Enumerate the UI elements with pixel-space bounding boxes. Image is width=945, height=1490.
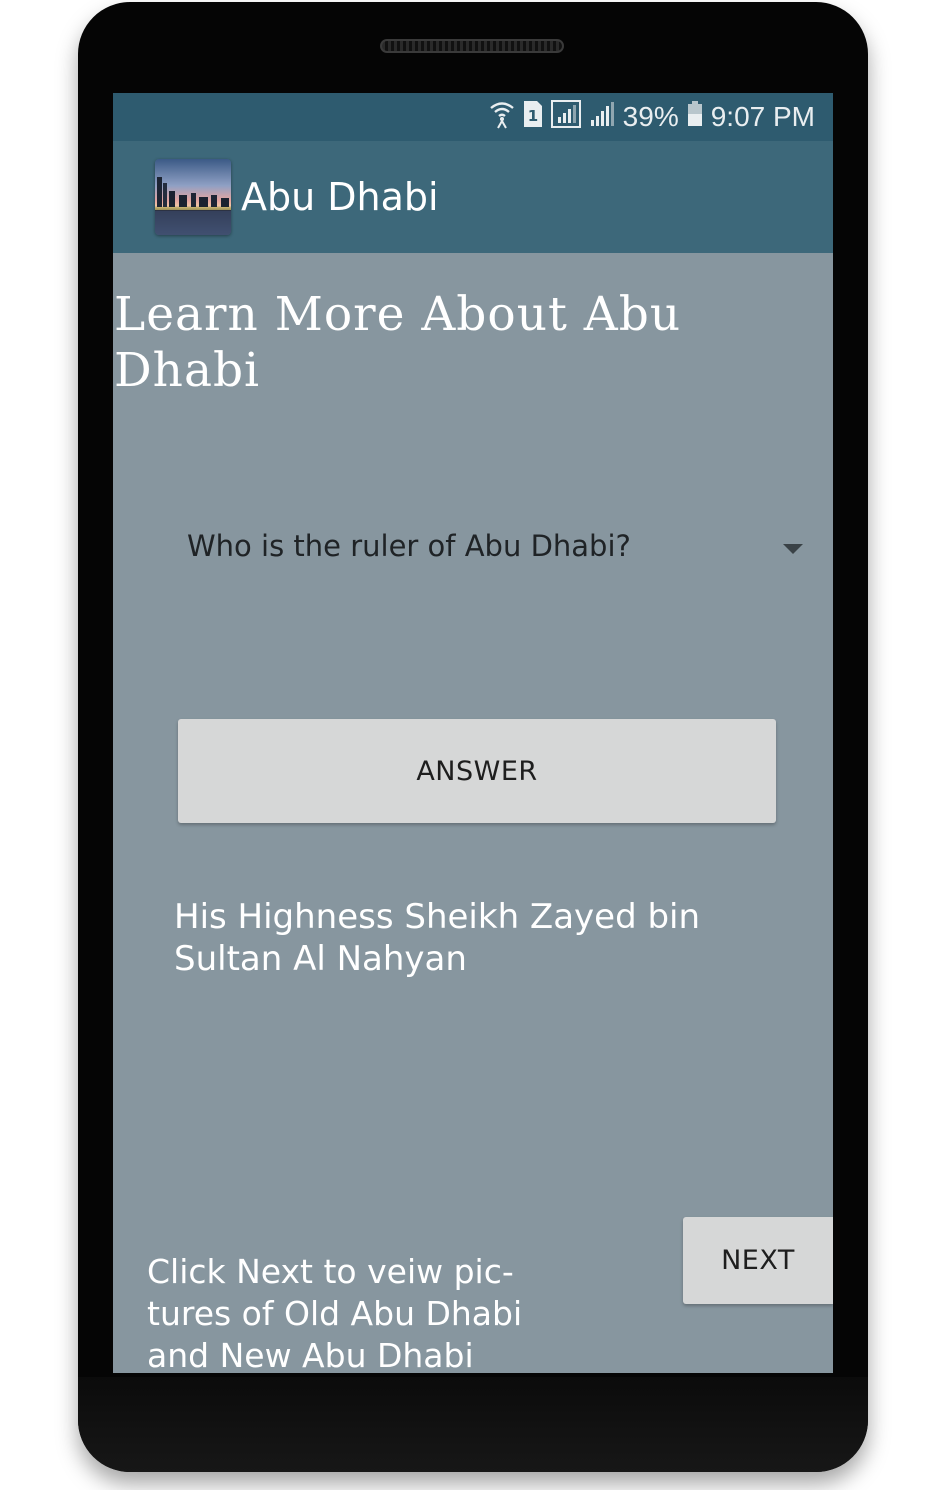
sim-icon: 1	[523, 100, 543, 135]
next-hint-text: Click Next to veiw pic-tures of Old Abu …	[147, 1252, 523, 1373]
answer-text: His Highness Sheikh Zayed bin Sultan Al …	[174, 897, 701, 979]
battery-icon	[687, 100, 703, 134]
question-dropdown[interactable]: Who is the ruler of Abu Dhabi?	[173, 513, 813, 583]
status-bar: 1 39% 9:07 PM	[113, 93, 833, 141]
speaker-grille	[380, 39, 564, 53]
signal-icon	[550, 99, 581, 135]
question-dropdown-value: Who is the ruler of Abu Dhabi?	[187, 529, 631, 563]
page-heading: Learn More About Abu Dhabi	[114, 287, 682, 398]
status-icons: 1 39% 9:07 PM	[489, 93, 815, 141]
clock: 9:07 PM	[710, 101, 815, 132]
signal-strength-icon	[589, 101, 615, 134]
app-logo-icon	[155, 159, 231, 235]
sim-label: 1	[527, 107, 537, 125]
wifi-icon	[489, 99, 515, 136]
screen: 1 39% 9:07 PM Abu Dhabi Learn More About…	[113, 93, 833, 1373]
dropdown-arrow-icon	[783, 544, 803, 554]
app-title: Abu Dhabi	[241, 175, 439, 219]
battery-percent: 39%	[622, 101, 679, 132]
phone-bottom-bezel	[78, 1377, 868, 1472]
answer-button[interactable]: ANSWER	[178, 719, 776, 823]
next-button[interactable]: NEXT	[683, 1217, 833, 1304]
app-bar: Abu Dhabi	[113, 141, 833, 253]
